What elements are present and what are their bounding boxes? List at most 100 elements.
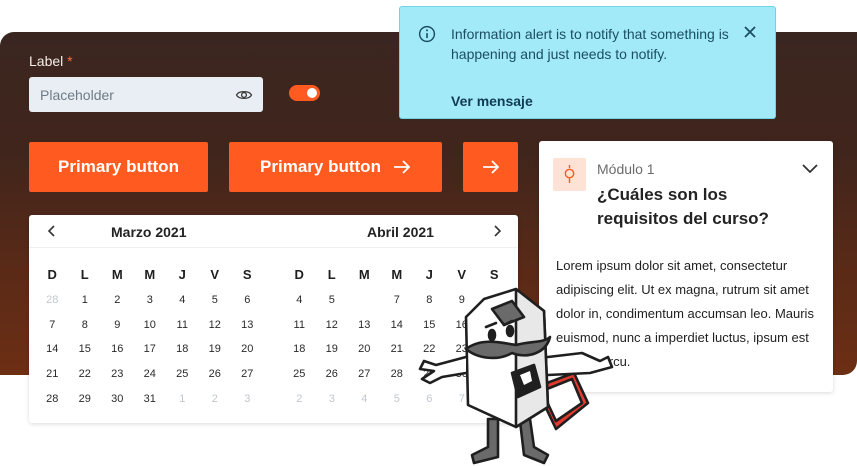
weekday-header: M bbox=[111, 267, 123, 282]
calendar-month-grid-march: D L M M J V S 28 1 2 3 4 5 6 7 8 9 10 11 12 13 14 15 16 17 18 19 20… bbox=[36, 263, 264, 412]
primary-button[interactable]: Primary button bbox=[29, 142, 208, 192]
calendar-day[interactable]: 27 bbox=[231, 362, 264, 387]
calendar-day[interactable]: 16 bbox=[101, 337, 134, 362]
calendar-day[interactable]: 3 bbox=[134, 288, 167, 313]
eye-icon[interactable] bbox=[235, 86, 253, 104]
mascot-illustration bbox=[418, 287, 614, 465]
primary-button-arrow-label: Primary button bbox=[260, 157, 381, 176]
calendar-day[interactable]: 4 bbox=[166, 288, 199, 313]
calendar-day[interactable]: 11 bbox=[166, 313, 199, 338]
arrow-right-icon bbox=[393, 160, 411, 174]
primary-button-label: Primary button bbox=[58, 157, 179, 176]
calendar-day[interactable]: 4 bbox=[348, 387, 381, 412]
calendar-day[interactable]: 24 bbox=[134, 362, 167, 387]
calendar-day[interactable]: 15 bbox=[69, 337, 102, 362]
calendar-day[interactable]: 14 bbox=[36, 337, 69, 362]
day-grid: D L M M J V S 28 1 2 3 4 5 6 7 8 9 10 11 12 13 14 15 16 17 18 19 20… bbox=[36, 263, 264, 412]
calendar-day[interactable]: 18 bbox=[283, 337, 316, 362]
alert-message: Information alert is to notify that some… bbox=[451, 26, 729, 62]
weekday-header: S bbox=[242, 267, 252, 282]
info-icon bbox=[418, 25, 436, 43]
primary-button-with-arrow[interactable]: Primary button bbox=[229, 142, 442, 192]
chevron-left-icon[interactable] bbox=[45, 223, 59, 239]
weekday-header: L bbox=[327, 267, 336, 282]
calendar-day bbox=[348, 288, 381, 313]
calendar-day[interactable]: 28 bbox=[381, 362, 414, 387]
required-mark: * bbox=[67, 53, 73, 69]
calendar-day[interactable]: 7 bbox=[36, 313, 69, 338]
chevron-down-icon[interactable] bbox=[801, 161, 819, 175]
calendar-day[interactable]: 19 bbox=[316, 337, 349, 362]
weekday-header: M bbox=[358, 267, 370, 282]
weekday-header: V bbox=[210, 267, 220, 282]
calendar-day[interactable]: 5 bbox=[199, 288, 232, 313]
calendar-day[interactable]: 2 bbox=[199, 387, 232, 412]
calendar-day[interactable]: 23 bbox=[101, 362, 134, 387]
calendar-day[interactable]: 20 bbox=[348, 337, 381, 362]
text-input[interactable] bbox=[29, 77, 229, 112]
calendar-day[interactable]: 2 bbox=[283, 387, 316, 412]
weekday-header: L bbox=[80, 267, 89, 282]
close-icon[interactable] bbox=[742, 24, 758, 40]
calendar-month-april: Abril 2021 bbox=[367, 224, 434, 240]
calendar-day[interactable]: 3 bbox=[231, 387, 264, 412]
calendar-day[interactable]: 26 bbox=[199, 362, 232, 387]
calendar-day[interactable]: 28 bbox=[36, 288, 69, 313]
text-field[interactable] bbox=[29, 77, 263, 112]
field-label: Label * bbox=[29, 53, 73, 69]
calendar-day[interactable]: 26 bbox=[316, 362, 349, 387]
weekday-header: J bbox=[425, 267, 433, 282]
calendar-month-march: Marzo 2021 bbox=[111, 224, 187, 240]
icon-button[interactable] bbox=[463, 142, 518, 192]
calendar-day[interactable]: 8 bbox=[69, 313, 102, 338]
weekday-header: S bbox=[489, 267, 499, 282]
calendar-day[interactable]: 22 bbox=[69, 362, 102, 387]
calendar-day[interactable]: 5 bbox=[316, 288, 349, 313]
calendar-day[interactable]: 25 bbox=[283, 362, 316, 387]
stage: Label * Primary button Primary button In… bbox=[0, 0, 857, 466]
field-label-text: Label bbox=[29, 53, 64, 69]
calendar-day[interactable]: 14 bbox=[381, 313, 414, 338]
calendar-day[interactable]: 13 bbox=[231, 313, 264, 338]
module-icon-box bbox=[553, 158, 586, 191]
calendar-day[interactable]: 12 bbox=[316, 313, 349, 338]
calendar-day[interactable]: 4 bbox=[283, 288, 316, 313]
calendar-day[interactable]: 20 bbox=[231, 337, 264, 362]
calendar-day[interactable]: 12 bbox=[199, 313, 232, 338]
info-alert: Information alert is to notify that some… bbox=[399, 6, 776, 119]
calendar-header: Marzo 2021 Abril 2021 bbox=[29, 215, 518, 248]
calendar-day[interactable]: 29 bbox=[69, 387, 102, 412]
arrow-right-icon bbox=[482, 160, 499, 174]
card-question: ¿Cuáles son los requisitos del curso? bbox=[597, 185, 769, 228]
calendar-day[interactable]: 19 bbox=[199, 337, 232, 362]
calendar-day[interactable]: 30 bbox=[101, 387, 134, 412]
weekday-header: V bbox=[457, 267, 467, 282]
calendar-day[interactable]: 18 bbox=[166, 337, 199, 362]
calendar-day[interactable]: 17 bbox=[134, 337, 167, 362]
calendar-day[interactable]: 27 bbox=[348, 362, 381, 387]
weekday-header: J bbox=[178, 267, 186, 282]
calendar-day[interactable]: 21 bbox=[381, 337, 414, 362]
calendar-day[interactable]: 9 bbox=[101, 313, 134, 338]
calendar-day[interactable]: 10 bbox=[134, 313, 167, 338]
lightbulb-icon bbox=[564, 165, 575, 183]
alert-link[interactable]: Ver mensaje bbox=[451, 93, 533, 109]
calendar-day[interactable]: 1 bbox=[166, 387, 199, 412]
calendar-day[interactable]: 11 bbox=[283, 313, 316, 338]
calendar-day[interactable]: 21 bbox=[36, 362, 69, 387]
calendar-day[interactable]: 6 bbox=[231, 288, 264, 313]
calendar-day[interactable]: 1 bbox=[69, 288, 102, 313]
chevron-right-icon[interactable] bbox=[490, 223, 504, 239]
calendar-day[interactable]: 7 bbox=[381, 288, 414, 313]
calendar-day[interactable]: 28 bbox=[36, 387, 69, 412]
calendar-day[interactable]: 3 bbox=[316, 387, 349, 412]
toggle-switch[interactable] bbox=[289, 85, 320, 101]
calendar-day[interactable]: 13 bbox=[348, 313, 381, 338]
toggle-knob bbox=[307, 88, 317, 98]
calendar-day[interactable]: 2 bbox=[101, 288, 134, 313]
weekday-header: M bbox=[144, 267, 156, 282]
calendar-day[interactable]: 31 bbox=[134, 387, 167, 412]
module-label: Módulo 1 bbox=[597, 161, 655, 177]
calendar-day[interactable]: 5 bbox=[381, 387, 414, 412]
calendar-day[interactable]: 25 bbox=[166, 362, 199, 387]
